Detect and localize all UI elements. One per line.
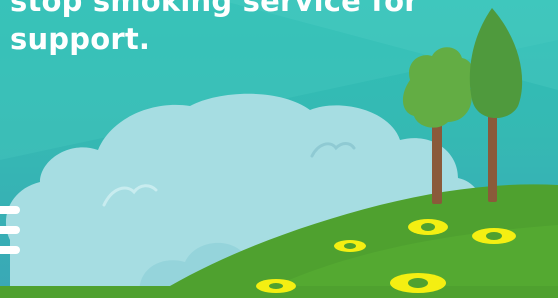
- flower: [390, 273, 446, 293]
- message-line-2: support.: [10, 22, 151, 56]
- tree-trunk: [488, 110, 497, 202]
- hero-illustration: stop smoking service for support.: [0, 0, 558, 298]
- flower: [408, 219, 448, 235]
- support-message: stop smoking service for support.: [10, 0, 480, 58]
- menu-icon[interactable]: [0, 206, 20, 254]
- flower: [472, 228, 516, 244]
- flower: [256, 279, 296, 293]
- flower: [334, 240, 366, 252]
- message-line-1: stop smoking service for: [10, 0, 419, 18]
- tree-trunk: [432, 118, 442, 204]
